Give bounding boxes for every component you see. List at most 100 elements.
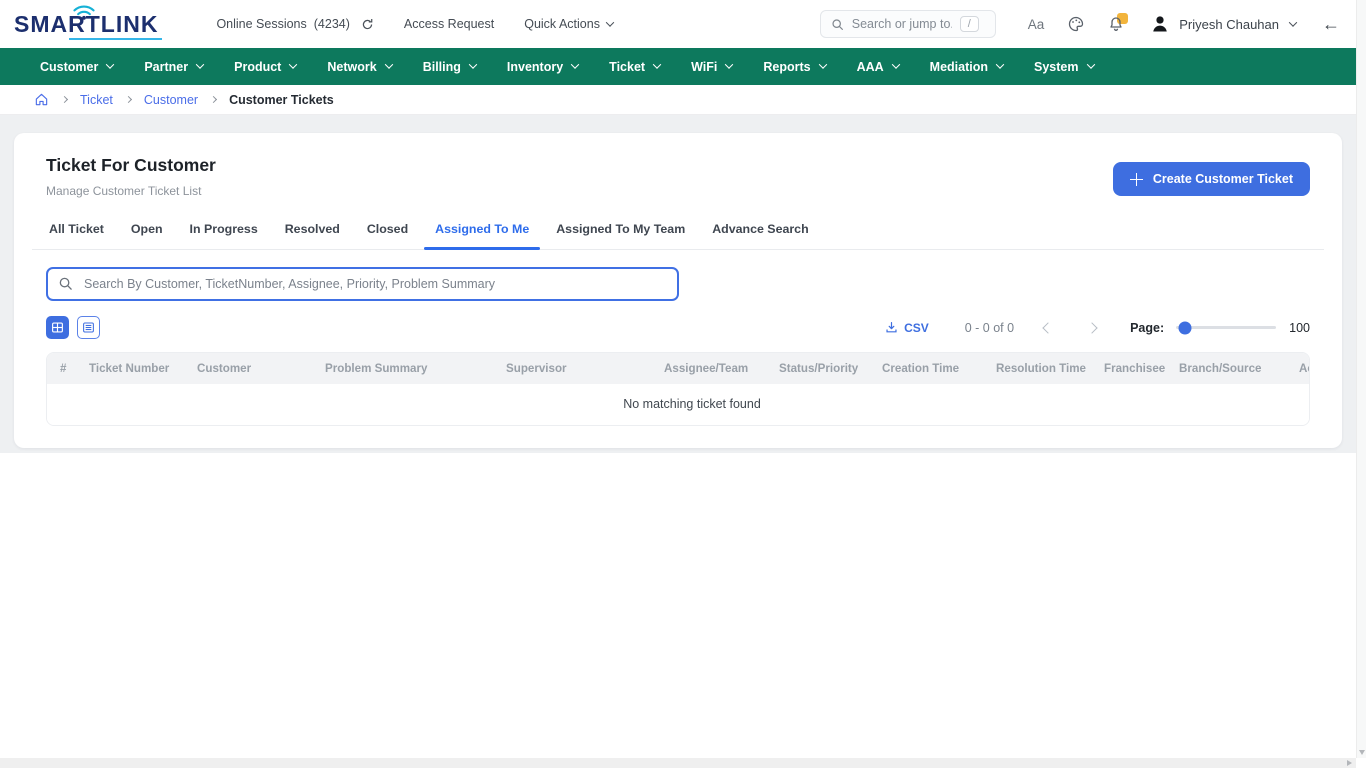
ticket-tabs: All Ticket Open In Progress Resolved Clo… (32, 218, 1324, 250)
smartlink-logo[interactable]: SMARTLINK (14, 11, 158, 38)
col-customer: Customer (189, 353, 317, 384)
home-icon[interactable] (34, 92, 49, 107)
nav-item-network[interactable]: Network (327, 60, 391, 74)
breadcrumb-link-customer[interactable]: Customer (144, 93, 198, 107)
tab-assigned-to-my-team[interactable]: Assigned To My Team (545, 218, 696, 249)
create-button-label: Create Customer Ticket (1153, 172, 1293, 186)
quick-actions-menu[interactable]: Quick Actions (524, 17, 613, 31)
col-assignee-team: Assignee/Team (656, 353, 771, 384)
chevron-down-icon (1289, 18, 1297, 26)
col-resolution-time: Resolution Time (988, 353, 1096, 384)
top-header: SMARTLINK Online Sessions (4234) Access … (0, 0, 1366, 48)
tab-assigned-to-me[interactable]: Assigned To Me (424, 218, 540, 249)
vertical-scrollbar[interactable] (1356, 0, 1366, 758)
nav-label: Mediation (930, 60, 988, 74)
nav-item-product[interactable]: Product (234, 60, 296, 74)
horizontal-scrollbar[interactable] (0, 758, 1356, 768)
tab-open[interactable]: Open (120, 218, 174, 249)
scroll-right-arrow-icon[interactable] (1347, 760, 1352, 766)
col-branch-source: Branch/Source (1171, 353, 1291, 384)
tickets-table: # Ticket Number Customer Problem Summary… (46, 352, 1310, 426)
nav-label: Billing (423, 60, 461, 74)
page-size-max: 100 (1289, 321, 1310, 335)
online-sessions-count: (4234) (314, 17, 350, 31)
text-size-button[interactable]: Aa (1028, 17, 1045, 32)
tab-advance-search[interactable]: Advance Search (701, 218, 819, 249)
tab-in-progress[interactable]: In Progress (179, 218, 269, 249)
col-index: # (47, 353, 81, 384)
avatar (1150, 14, 1170, 34)
user-name: Priyesh Chauhan (1179, 17, 1279, 32)
online-sessions: Online Sessions (4234) (216, 17, 373, 31)
slider-thumb[interactable] (1179, 321, 1192, 334)
breadcrumb-current: Customer Tickets (229, 93, 334, 107)
logo-underline (69, 38, 162, 40)
global-search-input[interactable] (852, 17, 952, 31)
nav-label: Network (327, 60, 376, 74)
col-status-priority: Status/Priority (771, 353, 874, 384)
nav-item-partner[interactable]: Partner (144, 60, 203, 74)
user-menu[interactable]: Priyesh Chauhan (1150, 14, 1296, 34)
nav-item-system[interactable]: System (1034, 60, 1093, 74)
tab-resolved[interactable]: Resolved (274, 218, 351, 249)
chevron-right-icon[interactable] (1086, 322, 1097, 333)
theme-palette-icon[interactable] (1068, 16, 1084, 32)
table-header-row: # Ticket Number Customer Problem Summary… (47, 353, 1310, 384)
nav-label: Reports (763, 60, 810, 74)
nav-item-wifi[interactable]: WiFi (691, 60, 732, 74)
content-area: Ticket For Customer Manage Customer Tick… (0, 115, 1366, 453)
nav-item-inventory[interactable]: Inventory (507, 60, 578, 74)
nav-item-ticket[interactable]: Ticket (609, 60, 660, 74)
page-slider-label: Page: (1130, 321, 1164, 335)
list-toolbar: CSV 0 - 0 of 0 Page: 100 (32, 316, 1324, 339)
nav-item-mediation[interactable]: Mediation (930, 60, 1003, 74)
scroll-down-arrow-icon[interactable] (1359, 750, 1365, 755)
chevron-left-icon[interactable] (1042, 322, 1053, 333)
export-csv-button[interactable]: CSV (885, 321, 929, 335)
page-size-slider[interactable] (1176, 326, 1276, 329)
nav-label: WiFi (691, 60, 717, 74)
chevron-down-icon (469, 60, 477, 68)
result-range: 0 - 0 of 0 (965, 321, 1014, 335)
create-customer-ticket-button[interactable]: Create Customer Ticket (1113, 162, 1310, 196)
breadcrumb-link-ticket[interactable]: Ticket (80, 93, 113, 107)
ticket-search-row (32, 267, 1324, 301)
ticket-search-input[interactable] (46, 267, 679, 301)
empty-state-row: No matching ticket found (47, 384, 1310, 425)
nav-item-customer[interactable]: Customer (40, 60, 113, 74)
notifications-bell-icon[interactable] (1108, 16, 1124, 32)
search-icon (831, 18, 844, 31)
chevron-down-icon (384, 60, 392, 68)
nav-label: Product (234, 60, 281, 74)
nav-label: Partner (144, 60, 188, 74)
breadcrumb-separator (125, 96, 132, 103)
nav-item-reports[interactable]: Reports (763, 60, 825, 74)
chevron-down-icon (725, 60, 733, 68)
tab-all-ticket[interactable]: All Ticket (38, 218, 115, 249)
nav-item-aaa[interactable]: AAA (857, 60, 899, 74)
access-request-link[interactable]: Access Request (404, 17, 494, 31)
breadcrumb-separator (61, 96, 68, 103)
col-supervisor: Supervisor (498, 353, 656, 384)
download-icon (885, 321, 898, 334)
nav-item-billing[interactable]: Billing (423, 60, 476, 74)
list-view-button[interactable] (77, 316, 100, 339)
card-header: Ticket For Customer Manage Customer Tick… (32, 149, 1324, 198)
nav-label: Ticket (609, 60, 645, 74)
nav-label: Customer (40, 60, 98, 74)
empty-message: No matching ticket found (47, 384, 1310, 425)
grid-view-button[interactable] (46, 316, 69, 339)
refresh-icon[interactable] (361, 18, 374, 31)
chevron-down-icon (196, 60, 204, 68)
pagination-controls: CSV 0 - 0 of 0 Page: 100 (885, 321, 1310, 335)
page-subtitle: Manage Customer Ticket List (46, 184, 216, 198)
back-arrow-icon[interactable]: ← (1322, 15, 1340, 33)
nav-label: System (1034, 60, 1078, 74)
tab-closed[interactable]: Closed (356, 218, 419, 249)
page-title: Ticket For Customer (46, 155, 216, 176)
chevron-down-icon (606, 18, 614, 26)
chevron-down-icon (891, 60, 899, 68)
wifi-icon (71, 4, 97, 21)
chevron-down-icon (996, 60, 1004, 68)
global-search[interactable]: / (820, 10, 996, 38)
